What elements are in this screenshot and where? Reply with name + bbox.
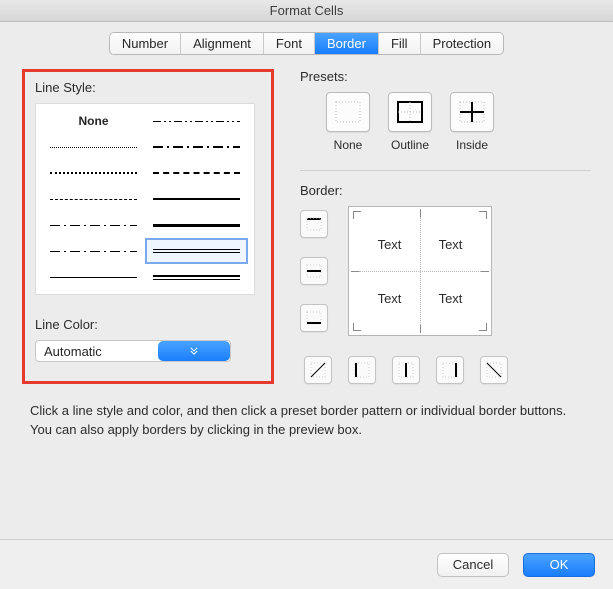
line-style-none[interactable]: None [42, 108, 145, 134]
line-style-double[interactable] [145, 238, 248, 264]
preset-outline-icon [388, 92, 432, 132]
line-style-solid-thick[interactable] [145, 212, 248, 238]
line-color-value: Automatic [36, 344, 158, 359]
line-style-picker[interactable]: None [35, 103, 255, 295]
line-style-dashdotdot[interactable] [145, 108, 248, 134]
line-style-solid-med[interactable] [145, 186, 248, 212]
tab-bar: Number Alignment Font Border Fill Protec… [0, 22, 613, 55]
border-panel: Presets: None Outline Inside [300, 69, 591, 384]
border-right-button[interactable] [436, 356, 464, 384]
border-preview[interactable]: Text Text Text Text [348, 206, 492, 336]
line-style-panel: Line Style: None Line Color: Automatic [22, 69, 274, 384]
line-style-dash-med[interactable] [145, 160, 248, 186]
border-middle-h-button[interactable] [300, 257, 328, 285]
preset-none-icon [326, 92, 370, 132]
help-text: Click a line style and color, and then c… [0, 384, 613, 440]
tab-border[interactable]: Border [315, 33, 379, 54]
tab-font[interactable]: Font [264, 33, 315, 54]
footer: Cancel OK [0, 539, 613, 589]
border-left-button[interactable] [348, 356, 376, 384]
line-color-label: Line Color: [35, 317, 261, 332]
line-style-dashdot[interactable] [42, 212, 145, 238]
presets-label: Presets: [300, 69, 591, 84]
border-diag-down-button[interactable] [480, 356, 508, 384]
border-top-button[interactable] [300, 210, 328, 238]
preview-cell-tl: Text [359, 217, 420, 271]
tab-protection[interactable]: Protection [421, 33, 504, 54]
line-color-select[interactable]: Automatic [35, 340, 231, 362]
preset-outline[interactable]: Outline [388, 92, 432, 152]
border-diag-up-button[interactable] [304, 356, 332, 384]
divider [300, 170, 591, 171]
line-style-thick-double[interactable] [145, 264, 248, 290]
line-style-dot[interactable] [42, 134, 145, 160]
window-title: Format Cells [0, 0, 613, 22]
ok-button[interactable]: OK [523, 553, 595, 577]
cancel-button[interactable]: Cancel [437, 553, 509, 577]
preset-inside[interactable]: Inside [450, 92, 494, 152]
line-style-dash[interactable] [42, 186, 145, 212]
preview-cell-tr: Text [420, 217, 481, 271]
border-bottom-button[interactable] [300, 304, 328, 332]
tab-number[interactable]: Number [110, 33, 181, 54]
preview-cell-br: Text [420, 271, 481, 325]
tab-fill[interactable]: Fill [379, 33, 421, 54]
line-style-dashdot-thin[interactable] [42, 238, 145, 264]
preview-cell-bl: Text [359, 271, 420, 325]
border-middle-v-button[interactable] [392, 356, 420, 384]
line-style-label: Line Style: [35, 80, 261, 95]
line-style-dot-med[interactable] [42, 160, 145, 186]
preset-inside-icon [450, 92, 494, 132]
line-style-dashdot-med[interactable] [145, 134, 248, 160]
preset-none[interactable]: None [326, 92, 370, 152]
chevron-down-icon[interactable] [158, 341, 230, 361]
line-style-solid-thin[interactable] [42, 264, 145, 290]
tab-alignment[interactable]: Alignment [181, 33, 264, 54]
border-label: Border: [300, 183, 591, 198]
